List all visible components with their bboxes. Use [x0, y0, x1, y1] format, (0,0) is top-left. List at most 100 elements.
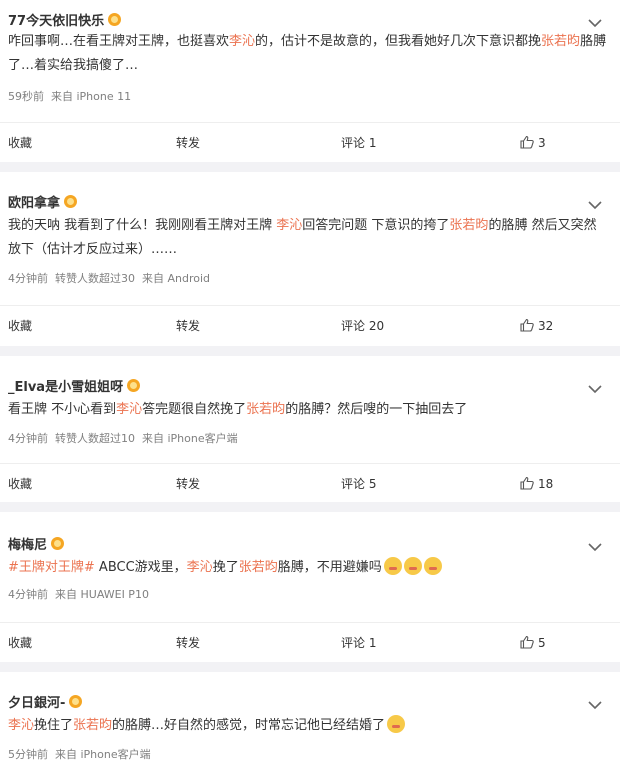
like-button[interactable]: 5 — [520, 623, 546, 663]
post-card: 欧阳拿拿我的天呐 我看到了什么！我刚刚看王牌对王牌 李沁回答完问题 下意识的挎了… — [0, 172, 620, 356]
chevron-down-icon[interactable] — [588, 695, 602, 710]
emoji-icon — [403, 557, 422, 575]
post-meta: 4分钟前 转赞人数超过30 来自 Android — [8, 270, 217, 286]
chevron-down-icon[interactable] — [588, 379, 602, 394]
username[interactable]: 夕日銀河- — [8, 692, 83, 711]
username[interactable]: _Elva是小雪姐姐呀 — [8, 376, 141, 395]
comment-button[interactable]: 评论 5 — [341, 464, 376, 504]
post-text: 的，估计不是故意的，但我看她好几次下意识都挽 — [255, 34, 542, 49]
meta-info: 来自 iPhone客户端 — [55, 748, 151, 761]
post-content: 咋回事啊…在看王牌对王牌，也挺喜欢李沁的，估计不是故意的，但我看她好几次下意识都… — [8, 30, 608, 78]
collect-button[interactable]: 收藏 — [8, 306, 32, 346]
post-content: #王牌对王牌# ABCC游戏里，李沁挽了张若昀胳膊，不用避嫌吗 — [8, 556, 608, 580]
post-text: ABCC游戏里， — [94, 560, 187, 575]
chevron-down-icon[interactable] — [588, 537, 602, 552]
mention-link[interactable]: 张若昀 — [246, 402, 285, 417]
repost-button[interactable]: 转发 — [176, 623, 200, 663]
post-separator — [0, 502, 620, 512]
repost-button[interactable]: 转发 — [176, 464, 200, 504]
mention-link[interactable]: 李沁 — [229, 34, 255, 49]
action-bar: 收藏 转发 评论 20 32 — [0, 305, 620, 346]
mention-link[interactable]: 张若昀 — [541, 34, 580, 49]
repost-button[interactable]: 转发 — [176, 306, 200, 346]
emoji-icon — [383, 557, 402, 575]
post-separator — [0, 346, 620, 356]
like-button[interactable]: 3 — [520, 123, 546, 163]
username-text[interactable]: 欧阳拿拿 — [8, 196, 60, 211]
post-text: 咋回事啊…在看王牌对王牌，也挺喜欢 — [8, 34, 230, 49]
username-text[interactable]: 77今天依旧快乐 — [8, 14, 104, 29]
post-separator — [0, 162, 620, 172]
mention-link[interactable]: #王牌对王牌# — [8, 560, 95, 575]
post-meta: 4分钟前 来自 HUAWEI P10 — [8, 586, 156, 602]
meta-info: 转赞人数超过30 — [55, 272, 135, 285]
post-text: 的胳膊？然后嗖的一下抽回去了 — [285, 402, 468, 417]
comment-button[interactable]: 评论 1 — [341, 123, 376, 163]
like-button[interactable]: 32 — [520, 306, 553, 346]
timestamp: 4分钟前 — [8, 588, 48, 601]
mention-link[interactable]: 李沁 — [187, 560, 213, 575]
comment-button[interactable]: 评论 20 — [341, 306, 384, 346]
chevron-down-icon[interactable] — [588, 195, 602, 210]
post-meta: 59秒前 来自 iPhone 11 — [8, 88, 138, 104]
action-bar: 收藏 转发 评论 5 18 — [0, 463, 620, 504]
collect-button[interactable]: 收藏 — [8, 623, 32, 663]
username-text[interactable]: 夕日銀河- — [8, 696, 65, 711]
meta-info: 来自 iPhone客户端 — [142, 432, 238, 445]
thumbs-up-icon — [520, 125, 534, 165]
username[interactable]: 77今天依旧快乐 — [8, 10, 122, 29]
like-count: 5 — [538, 636, 546, 650]
post-card: 77今天依旧快乐 咋回事啊…在看王牌对王牌，也挺喜欢李沁的，估计不是故意的，但我看… — [0, 0, 620, 172]
post-separator — [0, 662, 620, 672]
post-content: 李沁挽住了张若昀的胳膊…好自然的感觉，时常忘记他已经结婚了 — [8, 714, 608, 738]
chevron-down-icon[interactable] — [588, 13, 602, 28]
mention-link[interactable]: 张若昀 — [239, 560, 278, 575]
thumbs-up-icon — [520, 625, 534, 665]
meta-info: 来自 HUAWEI P10 — [55, 588, 149, 601]
post-text: 胳膊，不用避嫌吗 — [277, 560, 382, 575]
emoji-icon — [387, 715, 406, 733]
post-text: 回答完问题 下意识的挎了 — [302, 218, 450, 233]
meta-info: 来自 iPhone 11 — [51, 90, 132, 103]
crown-badge-icon — [127, 379, 141, 392]
post-meta: 5分钟前 来自 iPhone客户端 — [8, 746, 158, 762]
crown-badge-icon — [69, 695, 83, 708]
timestamp: 5分钟前 — [8, 748, 48, 761]
post-content: 我的天呐 我看到了什么！我刚刚看王牌对王牌 李沁回答完问题 下意识的挎了张若昀的… — [8, 214, 608, 262]
repost-button[interactable]: 转发 — [176, 123, 200, 163]
mention-link[interactable]: 李沁 — [8, 718, 34, 733]
meta-info: 转赞人数超过10 — [55, 432, 135, 445]
post-text: 我的天呐 我看到了什么！我刚刚看王牌对王牌 — [8, 218, 277, 233]
collect-button[interactable]: 收藏 — [8, 123, 32, 163]
username-text[interactable]: 梅梅尼 — [8, 538, 47, 553]
post-meta: 4分钟前 转赞人数超过10 来自 iPhone客户端 — [8, 430, 245, 446]
username[interactable]: 梅梅尼 — [8, 534, 65, 553]
collect-button[interactable]: 收藏 — [8, 464, 32, 504]
mention-link[interactable]: 张若昀 — [449, 218, 488, 233]
username-text[interactable]: _Elva是小雪姐姐呀 — [8, 380, 123, 395]
action-bar: 收藏 转发 评论 1 5 — [0, 622, 620, 663]
mention-link[interactable]: 李沁 — [116, 402, 142, 417]
like-count: 32 — [538, 319, 554, 333]
username[interactable]: 欧阳拿拿 — [8, 192, 78, 211]
like-count: 3 — [538, 136, 546, 150]
post-text: 挽住了 — [34, 718, 74, 733]
like-button[interactable]: 18 — [520, 464, 553, 504]
mention-link[interactable]: 张若昀 — [73, 718, 112, 733]
post-card: _Elva是小雪姐姐呀 看王牌 不小心看到李沁答完题很自然挽了张若昀的胳膊？然后嗖… — [0, 356, 620, 512]
comment-button[interactable]: 评论 1 — [341, 623, 376, 663]
crown-badge-icon — [51, 537, 65, 550]
meta-info: 来自 Android — [142, 272, 211, 285]
timestamp: 4分钟前 — [8, 432, 48, 445]
thumbs-up-icon — [520, 466, 534, 506]
timestamp: 59秒前 — [8, 90, 44, 103]
post-text: 答完题很自然挽了 — [142, 402, 247, 417]
crown-badge-icon — [108, 13, 122, 26]
emoji-icon — [423, 557, 442, 575]
post-text: 看王牌 不小心看到 — [8, 402, 117, 417]
thumbs-up-icon — [520, 308, 534, 348]
post-card: 夕日銀河- 李沁挽住了张若昀的胳膊…好自然的感觉，时常忘记他已经结婚了 5分钟前 来自… — [0, 672, 620, 783]
mention-link[interactable]: 李沁 — [276, 218, 302, 233]
timestamp: 4分钟前 — [8, 272, 48, 285]
post-content: 看王牌 不小心看到李沁答完题很自然挽了张若昀的胳膊？然后嗖的一下抽回去了 — [8, 398, 608, 422]
